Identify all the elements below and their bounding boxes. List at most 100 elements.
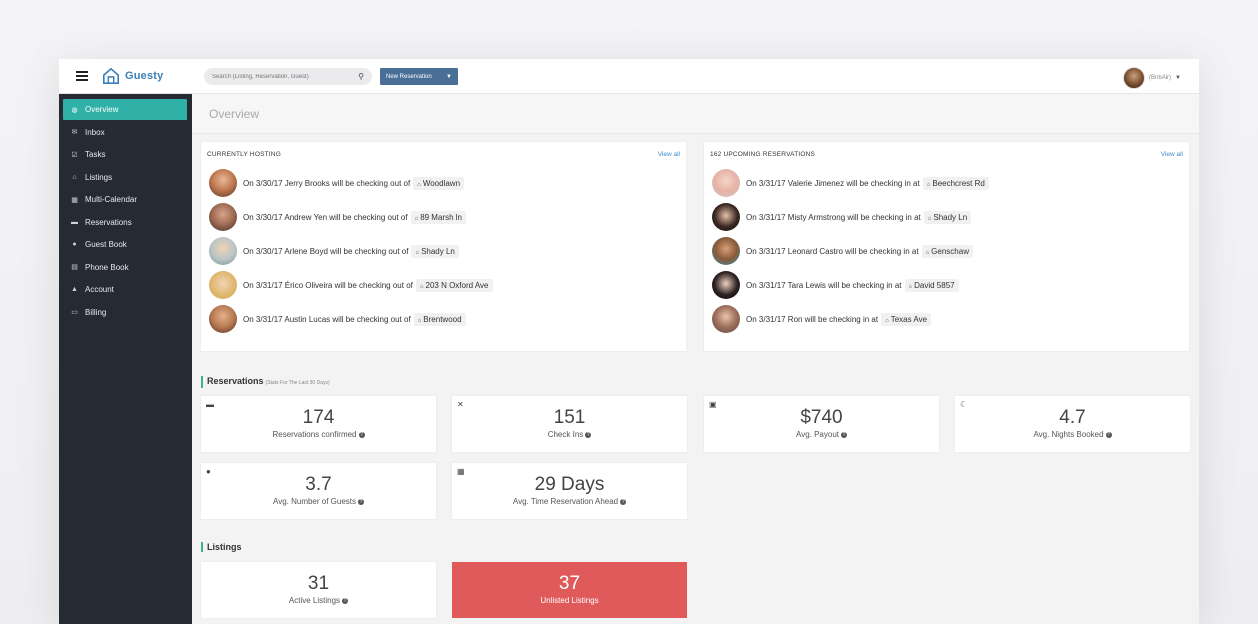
row-text: On 3/31/17 Misty Armstrong will be check…	[746, 212, 921, 222]
help-icon[interactable]: ?	[358, 498, 364, 505]
view-all-link[interactable]: View all	[658, 151, 680, 158]
row-text: On 3/31/17 Érico Oliveira will be checki…	[243, 280, 413, 290]
currently-hosting-card: CURRENTLY HOSTING View all On 3/30/17 Je…	[201, 142, 686, 351]
home-icon: ⌂	[925, 249, 930, 256]
calendar-icon: ▦	[71, 196, 78, 204]
search-icon[interactable]: ⚲	[358, 72, 364, 81]
bed-icon: ▬	[206, 400, 214, 409]
search-input[interactable]	[212, 73, 352, 80]
location-chip[interactable]: ⌂ 203 N Oxford Ave	[415, 278, 493, 292]
list-item[interactable]: On 3/30/17 Jerry Brooks will be checking…	[201, 166, 686, 200]
location-chip[interactable]: ⌂ Shady Ln	[923, 210, 972, 224]
home-icon: ⌂	[414, 215, 419, 222]
sidebar-item-multi-calendar[interactable]: ▦ Multi-Calendar	[63, 189, 187, 210]
upcoming-reservations-card: 162 UPCOMING RESERVATIONS View all On 3/…	[704, 142, 1189, 351]
section-title-text: Reservations	[207, 376, 264, 386]
house-logo-icon	[102, 67, 120, 85]
sidebar-item-inbox[interactable]: ✉ Inbox	[63, 122, 187, 143]
list-item[interactable]: On 3/31/17 Ron will be checking in at ⌂ T…	[704, 302, 1189, 336]
sidebar-item-label: Guest Book	[85, 240, 127, 249]
home-icon: ⌂	[419, 283, 424, 290]
view-all-link[interactable]: View all	[1161, 151, 1183, 158]
list-item[interactable]: On 3/30/17 Arlene Boyd will be checking …	[201, 234, 686, 268]
sidebar-item-label: Inbox	[85, 127, 105, 137]
list-item[interactable]: On 3/30/17 Andrew Yen will be checking o…	[201, 200, 686, 234]
avatar	[712, 203, 740, 231]
new-reservation-button[interactable]: New Reservation ▼	[380, 68, 458, 85]
users-icon: ●	[206, 467, 211, 476]
main-content: Overview CURRENTLY HOSTING View all On 3…	[192, 94, 1199, 624]
sidebar-item-phone-book[interactable]: ▤ Phone Book	[63, 257, 187, 278]
location-name: Beechcrest Rd	[932, 178, 985, 188]
checkbox-icon: ☑	[71, 151, 78, 159]
help-icon[interactable]: ?	[1105, 431, 1112, 438]
dashboard-icon: ◍	[71, 106, 78, 114]
calendar-icon: ▦	[457, 467, 465, 476]
stat-card-reservations-confirmed: ▬ 174 Reservations confirmed?	[201, 396, 436, 452]
location-chip[interactable]: ⌂ David 5857	[904, 278, 959, 292]
list-item[interactable]: On 3/31/17 Érico Oliveira will be checki…	[201, 268, 686, 302]
help-icon[interactable]: ?	[585, 431, 592, 438]
location-chip[interactable]: ⌂ Woodlawn	[413, 176, 465, 190]
home-icon: ⌂	[908, 283, 913, 290]
help-icon[interactable]: ?	[620, 498, 627, 505]
stat-label: Avg. Nights Booked?	[955, 430, 1190, 439]
page-header: Overview	[192, 94, 1199, 134]
stat-value: 37	[558, 573, 581, 594]
location-chip[interactable]: ⌂ 89 Marsh ln	[410, 210, 466, 224]
stat-label-text: Avg. Nights Booked	[1033, 430, 1104, 439]
list-item[interactable]: On 3/31/17 Valerie Jimenez will be check…	[704, 166, 1189, 200]
stat-value: 151	[553, 407, 586, 428]
home-icon: ⌂	[926, 181, 931, 188]
list-item[interactable]: On 3/31/17 Leonard Castro will be checki…	[704, 234, 1189, 268]
menu-icon[interactable]	[76, 71, 88, 81]
location-chip[interactable]: ⌂ Genschaw	[921, 244, 973, 258]
stat-label: Check Ins?	[452, 430, 687, 439]
stat-card-avg-nights: ☾ 4.7 Avg. Nights Booked?	[955, 396, 1190, 452]
location-chip[interactable]: ⌂ Beechcrest Rd	[922, 176, 989, 190]
chevron-down-icon: ▼	[446, 73, 452, 80]
location-chip[interactable]: ⌂ Texas Ave	[881, 312, 932, 326]
avatar	[712, 169, 740, 197]
stat-label-text: Active Listings	[288, 596, 341, 605]
help-icon[interactable]: ?	[841, 431, 847, 438]
avatar	[209, 169, 237, 197]
stat-card-active-listings[interactable]: 31 Active Listings?	[201, 562, 436, 618]
help-icon[interactable]: ?	[342, 597, 349, 604]
list-item[interactable]: On 3/31/17 Tara Lewis will be checking i…	[704, 268, 1189, 302]
list-item[interactable]: On 3/31/17 Misty Armstrong will be check…	[704, 200, 1189, 234]
stat-card-avg-guests: ● 3.7 Avg. Number of Guests?	[201, 463, 436, 519]
list-item[interactable]: On 3/31/17 Austin Lucas will be checking…	[201, 302, 686, 336]
sidebar-item-account[interactable]: ▲ Account	[63, 279, 187, 300]
stat-label: Avg. Number of Guests?	[201, 497, 436, 506]
row-text: On 3/30/17 Arlene Boyd will be checking …	[243, 246, 409, 256]
avatar	[209, 305, 237, 333]
reservations-section-title: Reservations (Stats For The Last 30 Days)	[201, 376, 330, 388]
avatar	[209, 271, 237, 299]
location-chip[interactable]: ⌂ Shady Ln	[411, 244, 459, 258]
book-icon: ▤	[71, 264, 78, 271]
sidebar-item-overview[interactable]: ◍ Overview	[63, 99, 187, 120]
row-text: On 3/31/17 Austin Lucas will be checking…	[243, 314, 411, 324]
sidebar-item-reservations[interactable]: ▬ Reservations	[63, 212, 187, 233]
row-text: On 3/31/17 Valerie Jimenez will be check…	[746, 178, 920, 188]
location-chip[interactable]: ⌂ Brentwood	[413, 312, 466, 326]
stat-label: Avg. Payout?	[704, 430, 939, 439]
stat-card-check-ins: ✕ 151 Check Ins?	[452, 396, 687, 452]
users-icon: ●	[72, 241, 77, 248]
card-header: CURRENTLY HOSTING View all	[201, 142, 686, 166]
sidebar-item-billing[interactable]: ▭ Billing	[63, 302, 187, 323]
brand-logo[interactable]: Guesty	[102, 67, 164, 85]
page-title: Overview	[209, 106, 260, 121]
card-title: CURRENTLY HOSTING	[207, 150, 281, 158]
stat-value: 29 Days	[534, 474, 605, 495]
sidebar-item-tasks[interactable]: ☑ Tasks	[63, 144, 187, 165]
help-icon[interactable]: ?	[358, 431, 365, 438]
sidebar-item-listings[interactable]: ⌂ Listings	[63, 167, 187, 188]
user-menu[interactable]: (BnbAir) ▼	[1123, 67, 1181, 89]
home-icon: ⌂	[927, 215, 932, 222]
stat-label-text: Avg. Payout	[796, 430, 839, 439]
stat-card-unlisted-listings[interactable]: 37 Unlisted Listings	[452, 562, 687, 618]
sidebar-item-guest-book[interactable]: ● Guest Book	[63, 234, 187, 255]
new-reservation-label: New Reservation	[386, 73, 432, 80]
